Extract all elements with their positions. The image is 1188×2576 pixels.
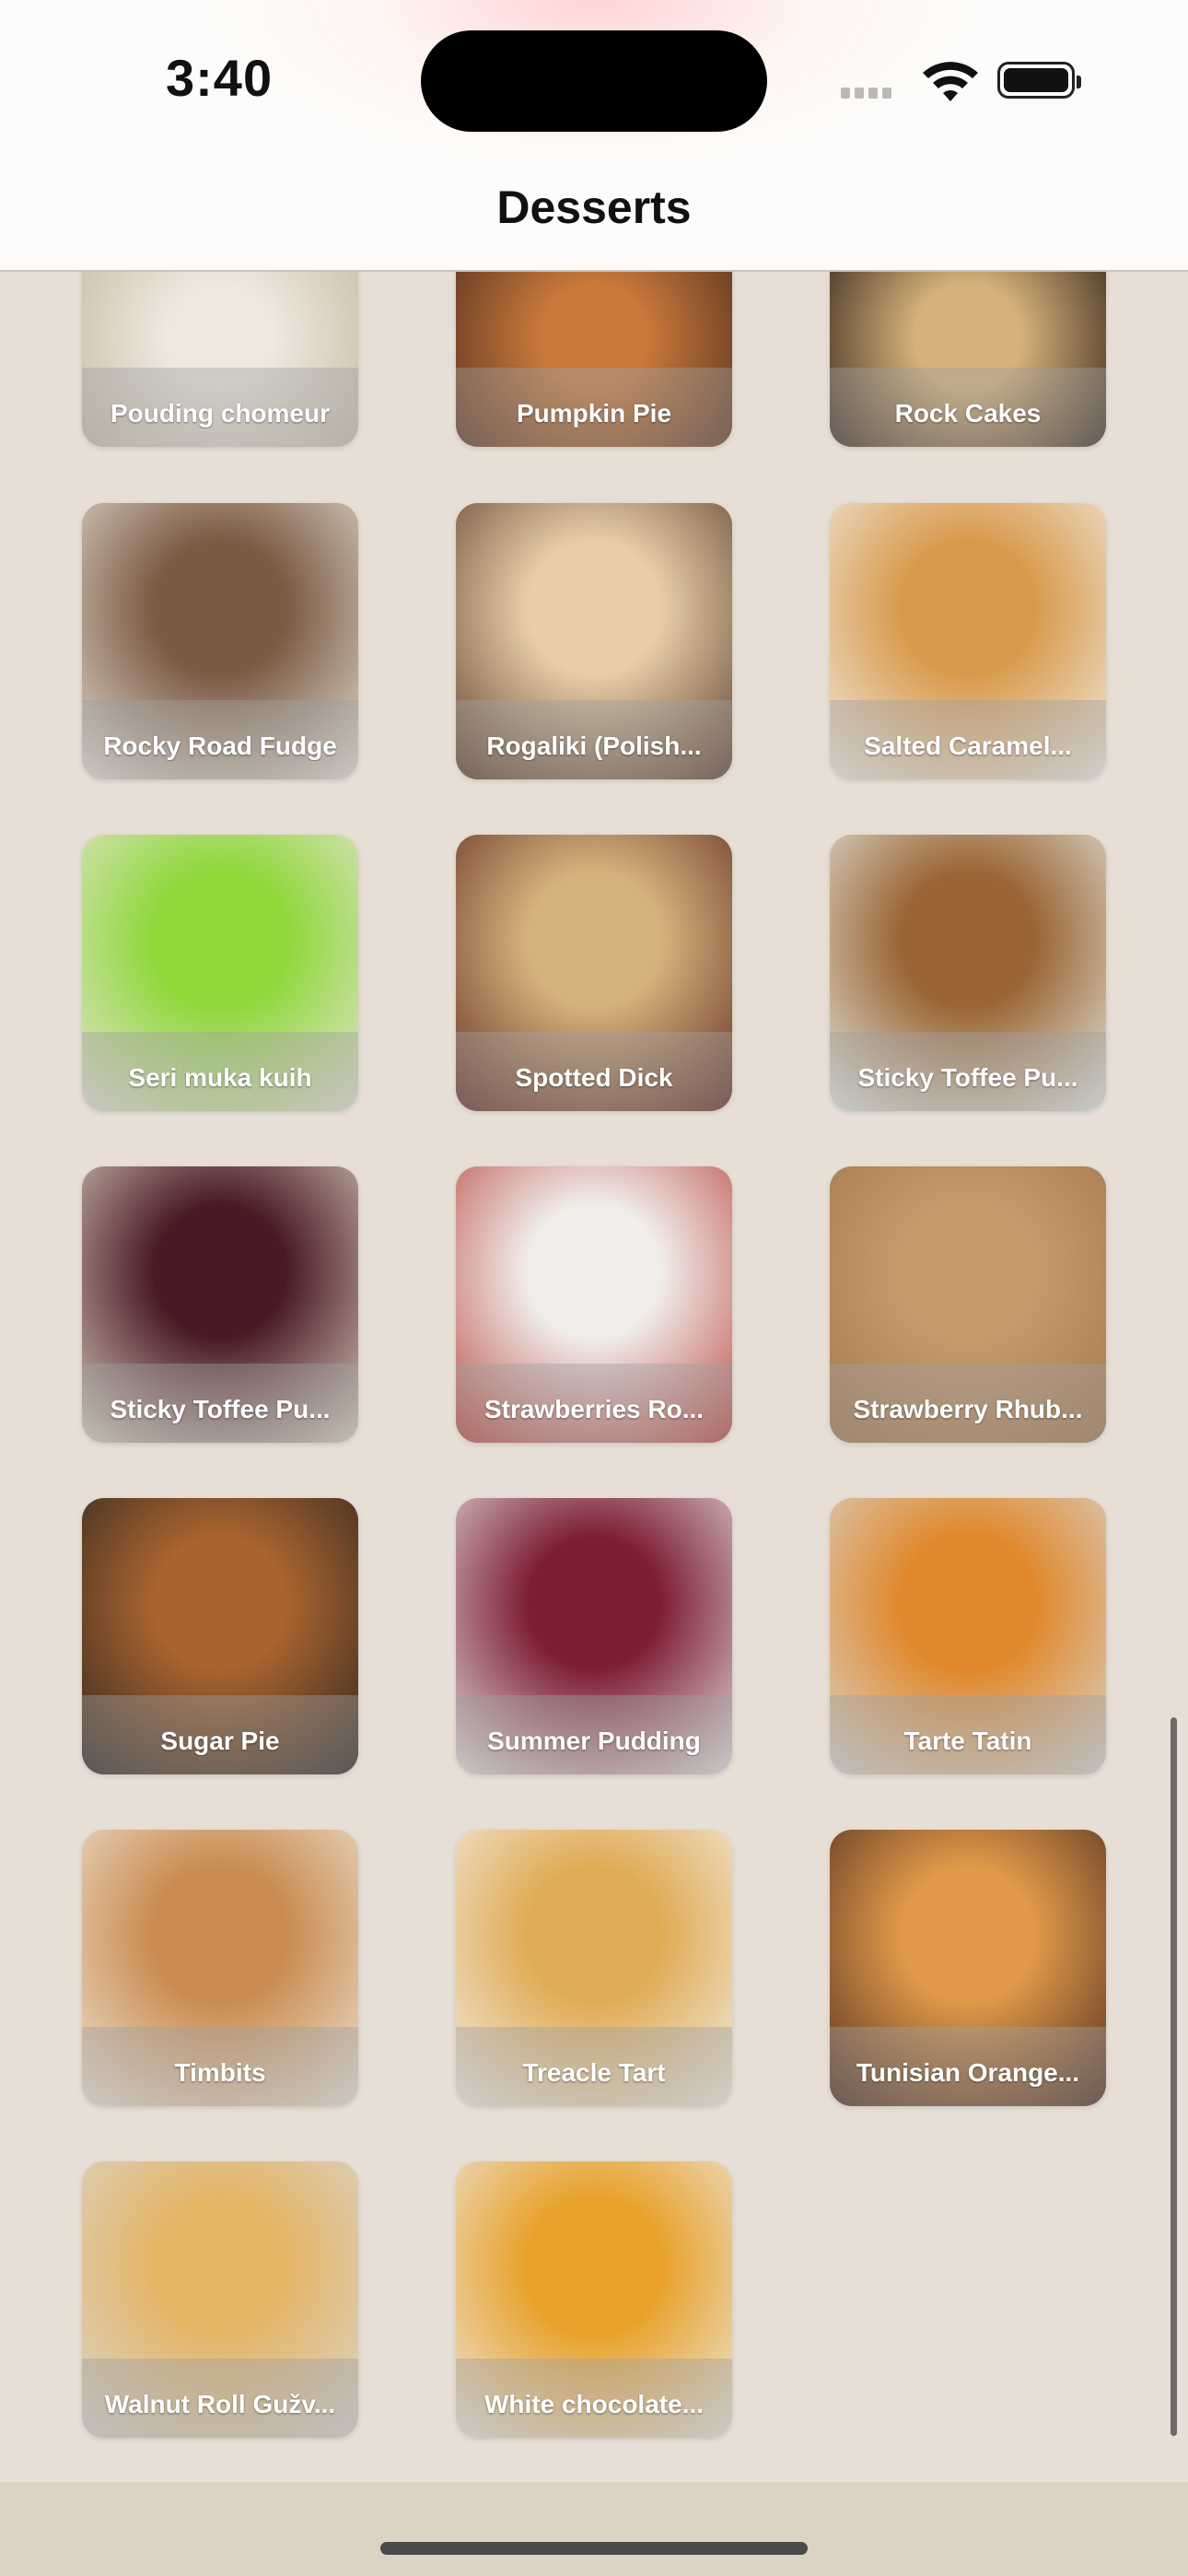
dynamic-island [421,30,767,132]
dessert-name: Salted Caramel... [864,732,1072,760]
bottom-safe-area [0,2482,1188,2576]
dessert-tile[interactable]: Rocky Road Fudge [82,503,358,779]
dessert-name: Tarte Tatin [903,1727,1032,1755]
dessert-name: White chocolate... [483,2390,705,2418]
scrollbar[interactable] [1171,1717,1177,2436]
dessert-name: Sugar Pie [160,1727,280,1755]
dessert-name: Rock Cakes [894,399,1042,427]
dessert-name: Sticky Toffee Pu... [857,1063,1078,1092]
status-time: 3:40 [166,49,274,107]
dessert-tile[interactable]: Treacle Tart [456,1830,732,2106]
dessert-tile[interactable]: Seri muka kuih [82,835,358,1111]
dessert-tile[interactable]: Tunisian Orange... [830,1830,1106,2106]
dessert-tile[interactable]: Pouding chomeur [82,270,358,447]
wifi-icon [923,62,978,101]
dessert-tile[interactable]: Pumpkin Pie [456,270,732,447]
dessert-name: Pouding chomeur [111,399,330,427]
battery-icon [997,62,1081,99]
dessert-name: Strawberries Ro... [483,1395,705,1423]
home-indicator[interactable] [380,2542,808,2555]
dessert-tile[interactable]: Sticky Toffee Pu... [830,835,1106,1111]
dessert-name: Rocky Road Fudge [103,732,337,760]
dessert-name: Pumpkin Pie [516,399,672,427]
dessert-tile[interactable]: Tarte Tatin [830,1498,1106,1774]
dessert-name: Summer Pudding [487,1727,701,1755]
dessert-tile[interactable]: Rock Cakes [830,270,1106,447]
dessert-tile[interactable]: Spotted Dick [456,835,732,1111]
dessert-tile[interactable]: Strawberry Rhub... [830,1166,1106,1443]
dessert-tile[interactable]: White chocolate... [456,2161,732,2438]
dessert-name: Seri muka kuih [128,1063,312,1092]
dessert-tile[interactable]: Sugar Pie [82,1498,358,1774]
dessert-name: Strawberry Rhub... [853,1395,1083,1423]
dessert-name: Spotted Dick [515,1063,673,1092]
dessert-name: Sticky Toffee Pu... [110,1395,331,1423]
dessert-name: Walnut Roll Gužv... [104,2390,336,2418]
page-title: Desserts [496,181,692,233]
dessert-tile[interactable]: Timbits [82,1830,358,2106]
dessert-name: Timbits [174,2058,266,2087]
dessert-name: Treacle Tart [522,2058,666,2087]
navigation-header: 3:40 Desserts [0,0,1188,272]
dessert-tile[interactable]: Walnut Roll Gužv... [82,2161,358,2438]
dessert-tile[interactable]: Summer Pudding [456,1498,732,1774]
dessert-tile[interactable]: Rogaliki (Polish... [456,503,732,779]
dessert-tile[interactable]: Strawberries Ro... [456,1166,732,1443]
dessert-name: Tunisian Orange... [856,2058,1080,2087]
cellular-signal-icon [841,87,896,103]
dessert-tile[interactable]: Salted Caramel... [830,503,1106,779]
dessert-tile[interactable]: Sticky Toffee Pu... [82,1166,358,1443]
dessert-name: Rogaliki (Polish... [486,732,702,760]
